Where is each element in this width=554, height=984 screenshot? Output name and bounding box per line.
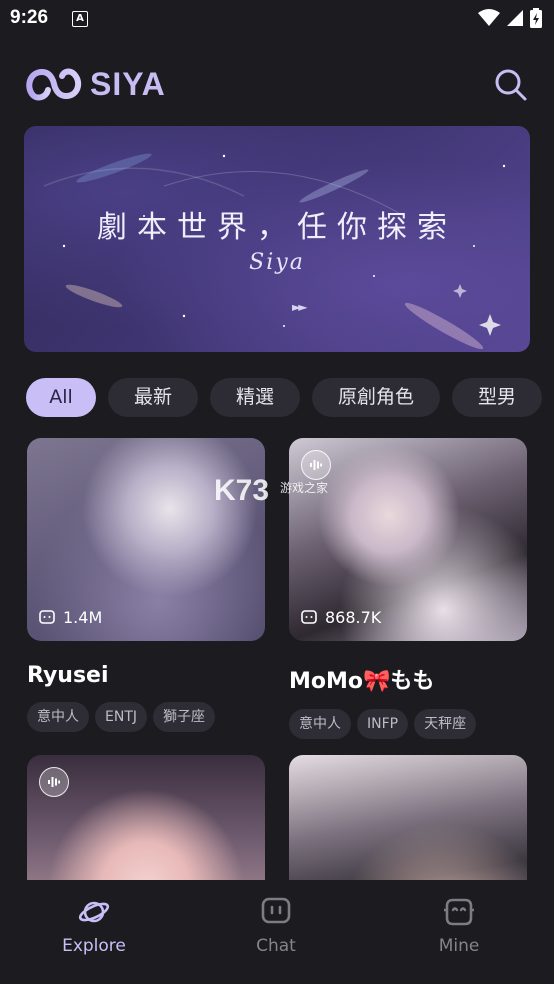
signal-icon (507, 10, 523, 26)
app-logo: SIYA (24, 64, 166, 104)
battery-icon (530, 8, 542, 28)
tag[interactable]: INFP (357, 709, 409, 739)
chip-all[interactable]: All (26, 378, 96, 417)
character-name: MoMo🎀もも (289, 669, 435, 694)
nav-chat[interactable]: Chat (211, 880, 341, 984)
character-image[interactable]: 1.4M (27, 438, 265, 641)
chat-count-value: 1.4M (63, 608, 103, 627)
search-icon[interactable] (494, 68, 528, 102)
nav-explore[interactable]: Explore (29, 880, 159, 984)
character-tags: 意中人 INFP 天秤座 (289, 709, 527, 739)
chip-latest[interactable]: 最新 (108, 378, 199, 417)
chip-featured[interactable]: 精選 (210, 378, 301, 417)
tag[interactable]: 意中人 (289, 709, 351, 739)
status-icons (478, 8, 542, 28)
siya-logo-icon (26, 68, 82, 101)
chip-original[interactable]: 原創角色 (312, 378, 441, 417)
chat-bubble-icon (301, 609, 317, 624)
tag[interactable]: 獅子座 (153, 702, 215, 732)
tag[interactable]: 天秤座 (414, 709, 477, 739)
planet-icon (78, 901, 110, 923)
logo-text: SIYA (90, 65, 166, 102)
status-time: 9:26 (10, 7, 49, 28)
nav-explore-label: Explore (62, 936, 126, 956)
character-tags: 意中人 ENTJ 獅子座 (27, 702, 265, 732)
banner-title: 劇本世界，任你探索 (97, 210, 457, 245)
chat-count: 868.7K (301, 608, 381, 627)
top-bar: SIYA (0, 56, 554, 112)
nav-chat-label: Chat (256, 936, 296, 956)
watermark-sub: 游戏之家 (280, 481, 329, 495)
chat-count: 1.4M (39, 608, 102, 627)
voice-badge-icon (39, 767, 69, 797)
chat-icon (261, 897, 291, 924)
chip-handsome[interactable]: 型男 (452, 378, 543, 417)
category-chips: All 最新 精選 原創角色 型男 (26, 378, 543, 417)
chat-count-value: 868.7K (325, 608, 382, 627)
hero-banner[interactable]: 劇本世界，任你探索 Siya ►► (24, 126, 530, 352)
status-bar: 9:26 A (0, 0, 554, 38)
chat-bubble-icon (39, 609, 55, 624)
tag[interactable]: 意中人 (27, 702, 89, 732)
banner-play-icon: ►► (292, 300, 308, 314)
wifi-icon (478, 9, 500, 26)
banner-subtitle: Siya (249, 250, 305, 275)
watermark-brand: K73 (214, 474, 270, 507)
notification-a-icon: A (72, 11, 88, 27)
nav-mine[interactable]: Mine (394, 880, 524, 984)
bottom-nav: Explore Chat Mine (0, 880, 554, 984)
tag[interactable]: ENTJ (95, 702, 147, 732)
character-name: Ryusei (27, 663, 109, 688)
nav-mine-label: Mine (438, 936, 480, 956)
character-image[interactable]: 868.7K (289, 438, 527, 641)
watermark: K73 游戏之家 (214, 474, 344, 514)
mine-face-icon (444, 898, 474, 926)
